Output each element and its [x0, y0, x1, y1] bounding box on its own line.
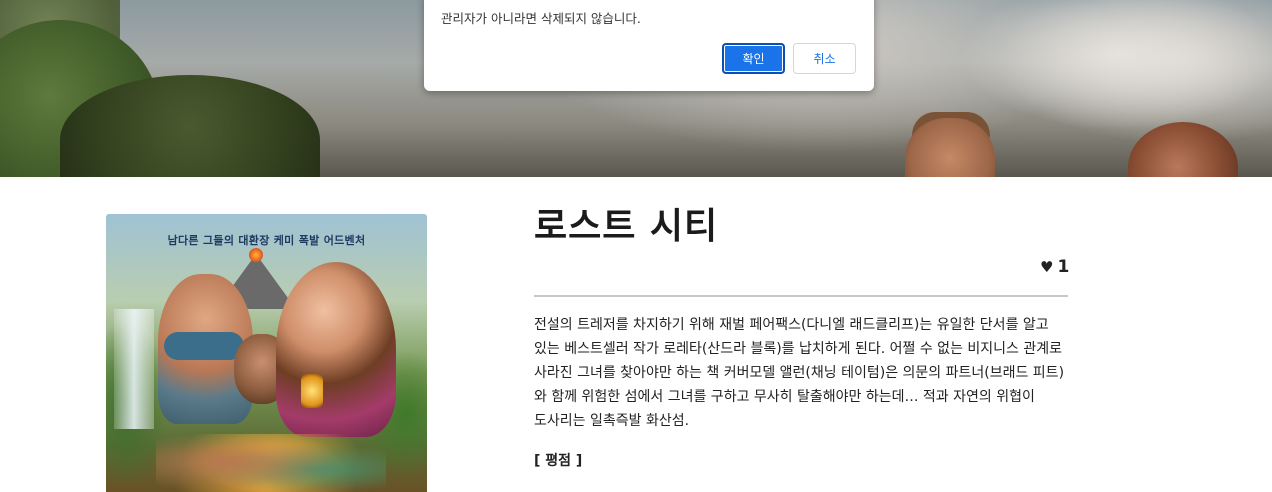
like-count: 1 — [1057, 257, 1070, 277]
confirm-dialog: 관리자가 아니라면 삭제되지 않습니다. 확인 취소 — [424, 0, 874, 91]
confirm-ok-button[interactable]: 확인 — [722, 43, 785, 74]
title-divider — [534, 295, 1068, 297]
confirm-cancel-button[interactable]: 취소 — [793, 43, 856, 74]
movie-title: 로스트 시티 — [534, 206, 719, 247]
movie-description: 전설의 트레저를 차지하기 위해 재벌 페어팩스(다니엘 래드클리프)는 유일한… — [534, 317, 1065, 429]
heart-icon: ♥ — [1040, 258, 1054, 276]
movie-poster: 남다른 그들의 대환장 케미 폭발 어드벤처 — [106, 214, 427, 492]
poster-tagline: 남다른 그들의 대환장 케미 폭발 어드벤처 — [167, 234, 366, 247]
like-button[interactable]: ♥ 1 — [1040, 257, 1069, 277]
dialog-message: 관리자가 아니라면 삭제되지 않습니다. — [441, 11, 641, 26]
review-heading: [ 평점 ] — [534, 453, 583, 469]
